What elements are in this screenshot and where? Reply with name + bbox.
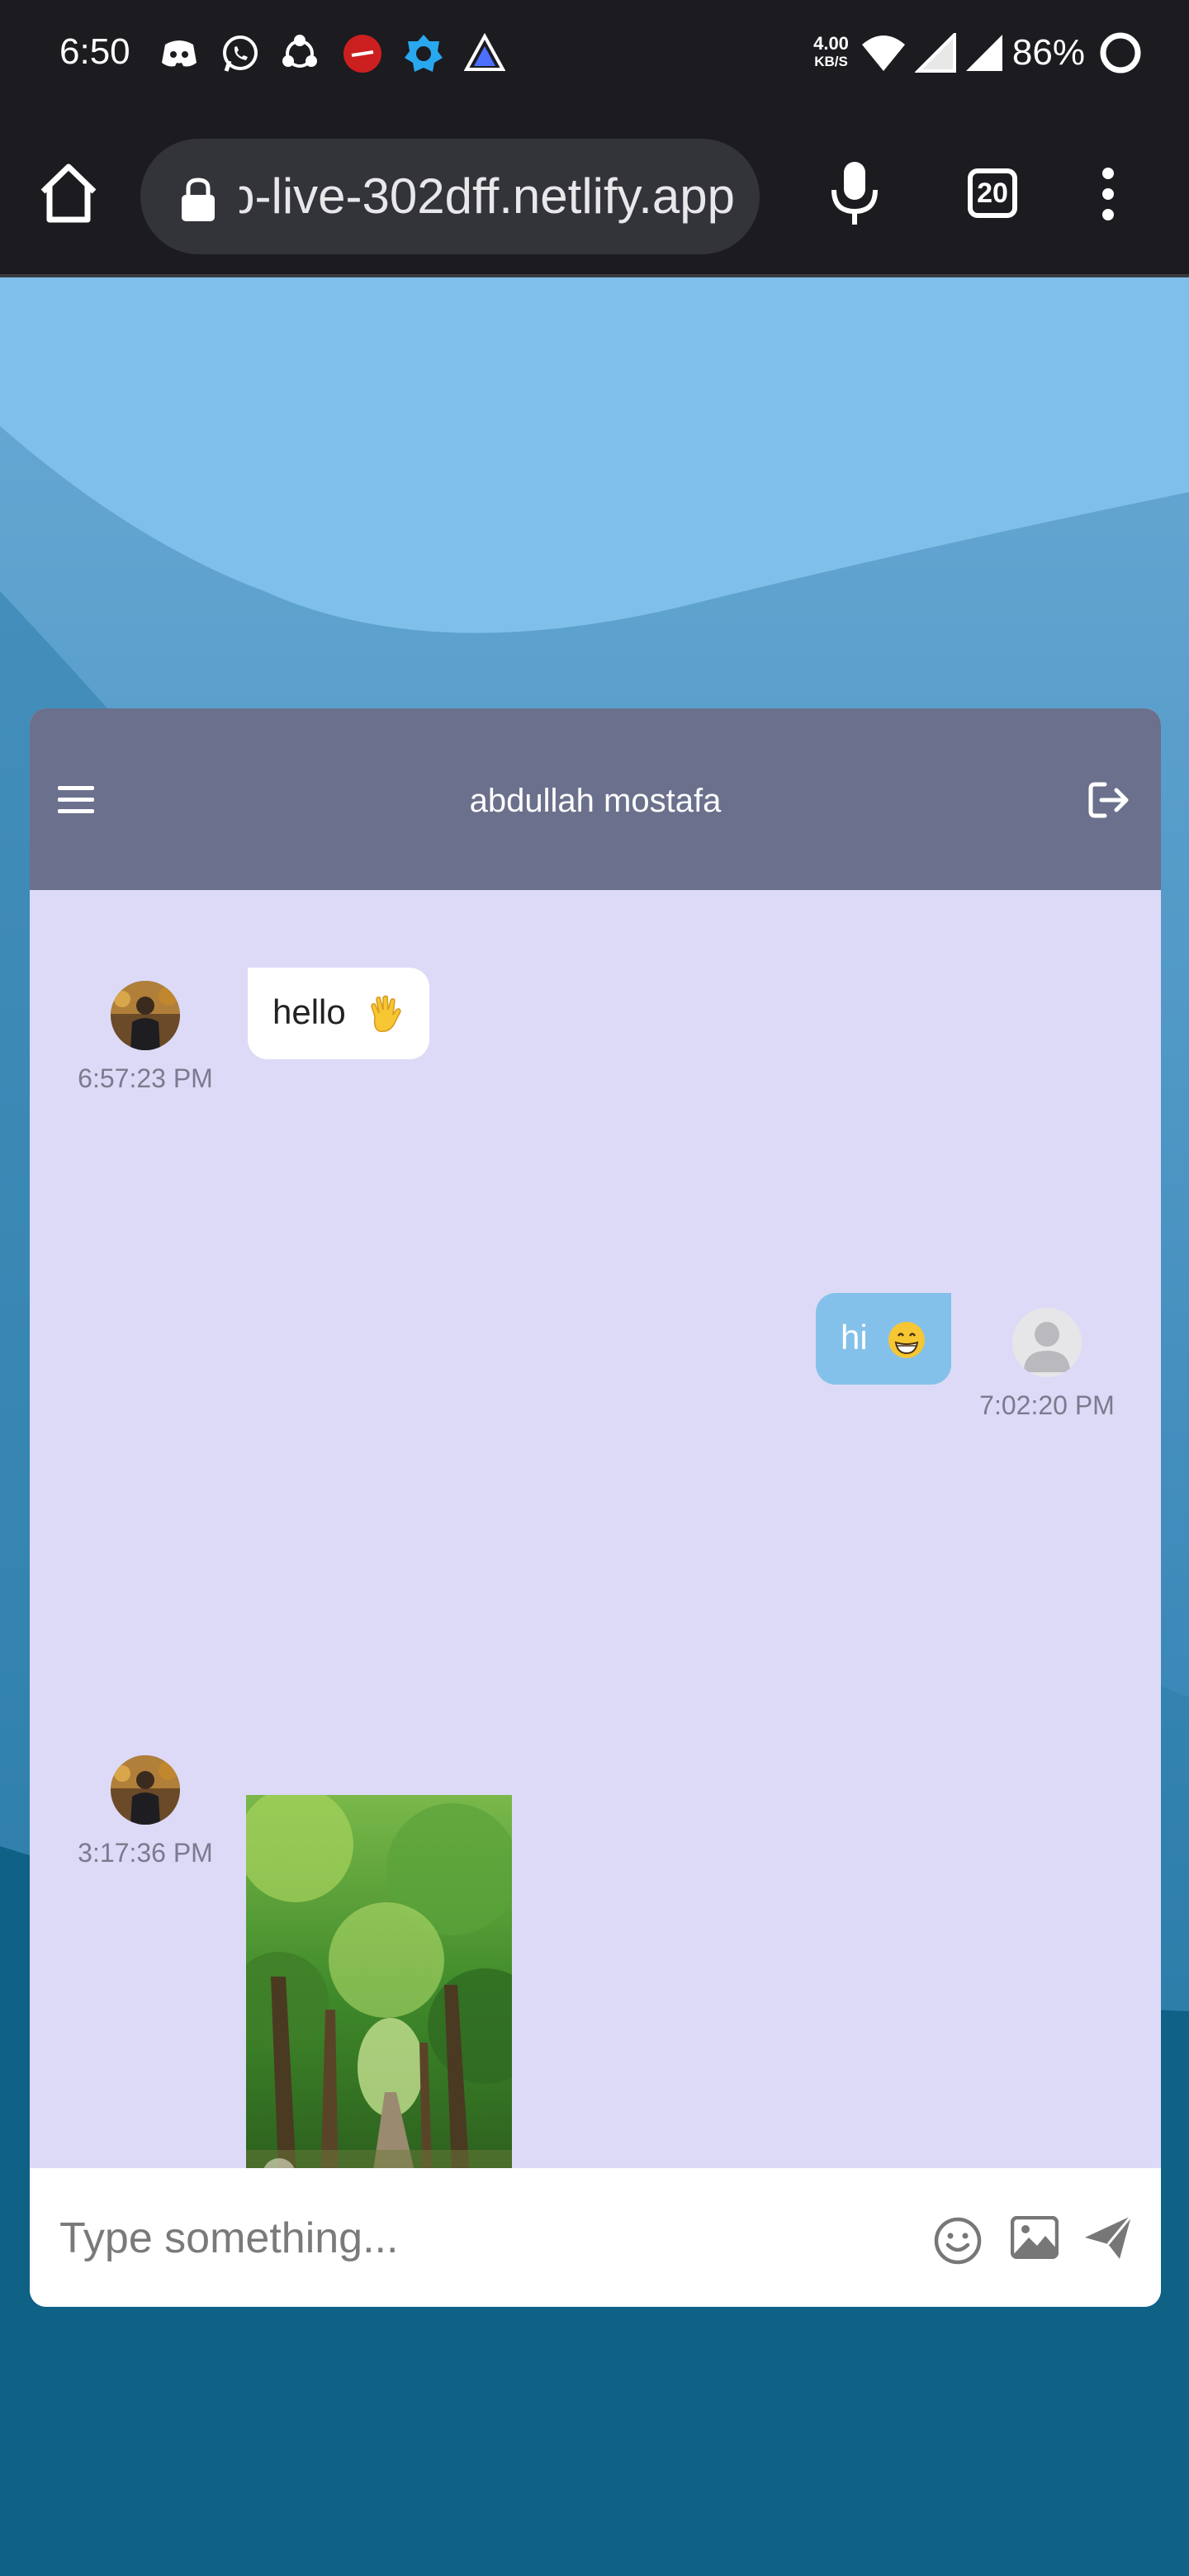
sender-avatar[interactable] — [111, 1755, 180, 1825]
browser-toolbar: chat-app-live-302dff.netlify.app 20 — [0, 109, 1189, 277]
attach-image-button[interactable] — [1011, 2216, 1059, 2259]
message-bubble-outgoing[interactable]: hi — [816, 1293, 952, 1385]
contact-name: abdullah mostafa — [469, 783, 722, 819]
message-composer — [30, 2168, 1161, 2307]
message-list: 6:57:23 PM hello hi 7:02:20 PM 3:17:36 P… — [30, 890, 1161, 2193]
message-time: 3:17:36 PM — [78, 1838, 213, 1868]
chat-header: abdullah mostafa — [30, 708, 1161, 890]
share-network-notification-icon — [282, 35, 317, 68]
waving-hand-icon — [371, 995, 402, 1032]
more-options-button[interactable] — [1098, 165, 1118, 223]
emoji-button[interactable] — [933, 2216, 983, 2266]
battery-percentage: 86% — [1011, 32, 1085, 73]
discord-notification-icon — [162, 40, 197, 67]
address-bar[interactable]: chat-app-live-302dff.netlify.app — [140, 139, 760, 254]
message-input[interactable] — [58, 2204, 920, 2272]
message-time: 6:57:23 PM — [78, 1063, 213, 1093]
home-button[interactable] — [36, 160, 101, 225]
forest-path-photo[interactable] — [246, 1795, 512, 2193]
battery-ring-icon — [1100, 32, 1141, 73]
status-time: 6:50 — [59, 31, 130, 72]
network-speed: 4.00 KB/S — [813, 35, 849, 71]
whatsapp-notification-icon — [223, 36, 258, 72]
network-speed-value: 4.00 — [813, 33, 849, 54]
logout-button[interactable] — [1087, 779, 1131, 821]
status-right-group: 4.00 KB/S 86% — [813, 30, 1143, 76]
chat-window: abdullah mostafa 6:57:23 PM hello hi 7:0… — [30, 708, 1161, 2307]
message-text: hello — [272, 992, 346, 1031]
triangle-app-notification-icon — [464, 33, 505, 71]
message-meta: 7:02:20 PM — [971, 1308, 1123, 1421]
app-badge-notification-icon — [343, 35, 381, 73]
microphone-button[interactable] — [826, 159, 883, 226]
own-avatar[interactable] — [1012, 1308, 1082, 1377]
send-button[interactable] — [1083, 2213, 1133, 2262]
network-speed-unit: KB/S — [814, 54, 848, 69]
gear-app-notification-icon — [405, 35, 443, 72]
signal-strength-icon — [914, 33, 956, 73]
message-meta: 3:17:36 PM — [73, 1755, 218, 1868]
url-text[interactable]: chat-app-live-302dff.netlify.app — [239, 167, 735, 226]
wifi-icon — [861, 36, 905, 71]
signal-strength-2-icon — [965, 35, 1002, 71]
lock-icon — [182, 178, 215, 221]
message-time: 7:02:20 PM — [979, 1390, 1115, 1420]
message-bubble-incoming[interactable]: hello — [248, 968, 430, 1059]
message-meta: 6:57:23 PM — [73, 981, 218, 1094]
status-bar: 6:50 4.00 KB/S 86% — [0, 0, 1189, 109]
tab-switcher-button[interactable]: 20 — [968, 168, 1017, 218]
grinning-face-icon — [888, 1321, 926, 1358]
sender-avatar[interactable] — [111, 981, 180, 1050]
message-text: hi — [841, 1318, 868, 1357]
